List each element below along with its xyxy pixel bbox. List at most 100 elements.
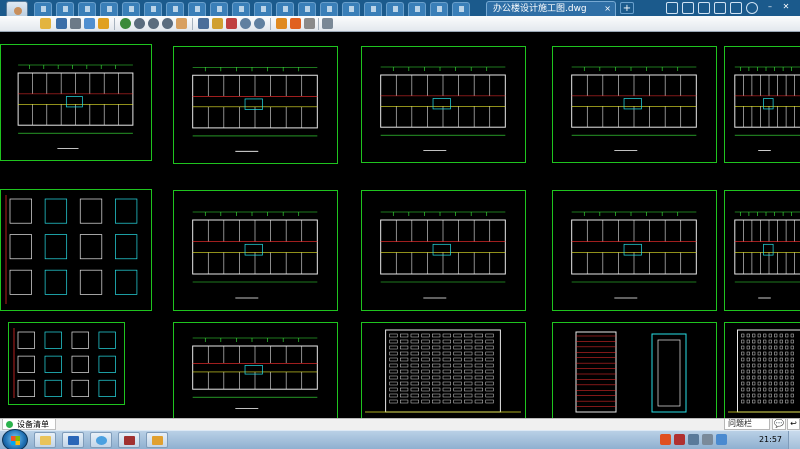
elevation-window <box>746 381 750 386</box>
start-button[interactable] <box>2 429 28 449</box>
export-icon[interactable] <box>84 18 95 29</box>
elevation-window <box>389 357 398 362</box>
elevation-window <box>779 339 783 344</box>
elevation-window <box>442 357 451 362</box>
tab-20[interactable] <box>452 2 470 16</box>
elevation-window <box>785 345 789 350</box>
tab-11[interactable] <box>254 2 272 16</box>
tab-15[interactable] <box>342 2 360 16</box>
elevation-window <box>774 387 778 392</box>
add-tab-button[interactable]: + <box>620 2 634 14</box>
rotate-icon[interactable] <box>120 18 131 29</box>
cad-viewer-icon[interactable] <box>146 432 168 448</box>
show-desktop-button[interactable] <box>788 431 800 449</box>
zoom-out-icon[interactable] <box>162 18 173 29</box>
measure-icon[interactable] <box>304 18 315 29</box>
lock-icon[interactable] <box>98 18 109 29</box>
detail-block <box>71 331 89 349</box>
user-icon[interactable] <box>666 2 678 14</box>
media-player-icon[interactable] <box>62 432 84 448</box>
hatch-icon[interactable] <box>290 18 301 29</box>
pen-icon[interactable] <box>212 18 223 29</box>
elevation-window <box>757 393 761 398</box>
minimize-icon[interactable]: – <box>764 2 776 14</box>
close-window-icon[interactable]: ✕ <box>780 2 792 14</box>
tab-5[interactable] <box>122 2 140 16</box>
elevation-window <box>779 399 783 404</box>
tab-7[interactable] <box>166 2 184 16</box>
open-icon[interactable] <box>40 18 51 29</box>
elevation-window <box>763 369 767 374</box>
elevation-window <box>752 387 756 392</box>
library-icon[interactable] <box>118 432 140 448</box>
tray-app-icon[interactable] <box>674 434 685 445</box>
equipment-list-tab[interactable]: 设备清单 <box>2 419 56 430</box>
drawing-sheet-frame <box>173 190 338 311</box>
undo-icon[interactable] <box>240 18 251 29</box>
elevation-window <box>485 351 494 356</box>
return-icon[interactable]: ↩ <box>787 418 800 430</box>
detail-block <box>71 355 89 373</box>
explorer-icon[interactable] <box>34 432 56 448</box>
tab-9[interactable] <box>210 2 228 16</box>
detail-block <box>9 234 32 260</box>
toolbar-divider <box>318 18 319 30</box>
text-icon[interactable] <box>198 18 209 29</box>
tab-10[interactable] <box>232 2 250 16</box>
network-icon[interactable] <box>688 434 699 445</box>
tab-8[interactable] <box>188 2 206 16</box>
elevation-window <box>400 399 409 404</box>
chat-bubble-icon[interactable]: 💬 <box>772 418 786 430</box>
elevation-window <box>752 375 756 380</box>
chat-icon[interactable] <box>698 2 710 14</box>
tab-4[interactable] <box>100 2 118 16</box>
stair-core <box>763 98 774 110</box>
phone-icon[interactable] <box>714 2 726 14</box>
elevation-window <box>453 351 462 356</box>
zoom-in-icon[interactable] <box>148 18 159 29</box>
volume-icon[interactable] <box>702 434 713 445</box>
exit-icon[interactable] <box>322 18 333 29</box>
close-tab-icon[interactable]: × <box>604 2 611 16</box>
pan-icon[interactable] <box>176 18 187 29</box>
drawing-canvas[interactable] <box>0 32 800 418</box>
tab-18[interactable] <box>408 2 426 16</box>
tab-17[interactable] <box>386 2 404 16</box>
detail-block <box>98 355 116 373</box>
cloud-icon[interactable] <box>730 2 742 14</box>
redo-icon[interactable] <box>254 18 265 29</box>
tab-6[interactable] <box>144 2 162 16</box>
tab-13[interactable] <box>298 2 316 16</box>
zoom-window-icon[interactable] <box>134 18 145 29</box>
help-panel-button[interactable]: 问题栏 <box>724 418 770 430</box>
color-icon[interactable] <box>226 18 237 29</box>
elevation-window <box>763 375 767 380</box>
elevation-window <box>774 369 778 374</box>
input-method-icon[interactable] <box>660 434 671 445</box>
elevation-window <box>741 357 745 362</box>
settings-icon[interactable] <box>746 2 758 14</box>
elevation-window <box>757 357 761 362</box>
elevation-window <box>432 393 441 398</box>
save-icon[interactable] <box>56 18 67 29</box>
elevation-window <box>474 393 483 398</box>
print-icon[interactable] <box>70 18 81 29</box>
history-icon[interactable] <box>682 2 694 14</box>
tab-12[interactable] <box>276 2 294 16</box>
tab-1[interactable] <box>34 2 52 16</box>
tab-2[interactable] <box>56 2 74 16</box>
app-window-icon[interactable] <box>90 432 112 448</box>
tab-19[interactable] <box>430 2 448 16</box>
notification-icon[interactable] <box>716 434 727 445</box>
elevation-window <box>768 333 772 338</box>
active-tab[interactable]: 办公楼设计施工图.dwg × <box>486 1 616 16</box>
drawing-sheet-frame <box>552 46 717 163</box>
toolbar-divider <box>192 18 193 30</box>
layer-icon[interactable] <box>276 18 287 29</box>
elevation-window <box>389 351 398 356</box>
tab-3[interactable] <box>78 2 96 16</box>
tab-14[interactable] <box>320 2 338 16</box>
clock[interactable]: 21:57 <box>759 435 782 444</box>
detail-block <box>79 234 103 260</box>
tab-16[interactable] <box>364 2 382 16</box>
